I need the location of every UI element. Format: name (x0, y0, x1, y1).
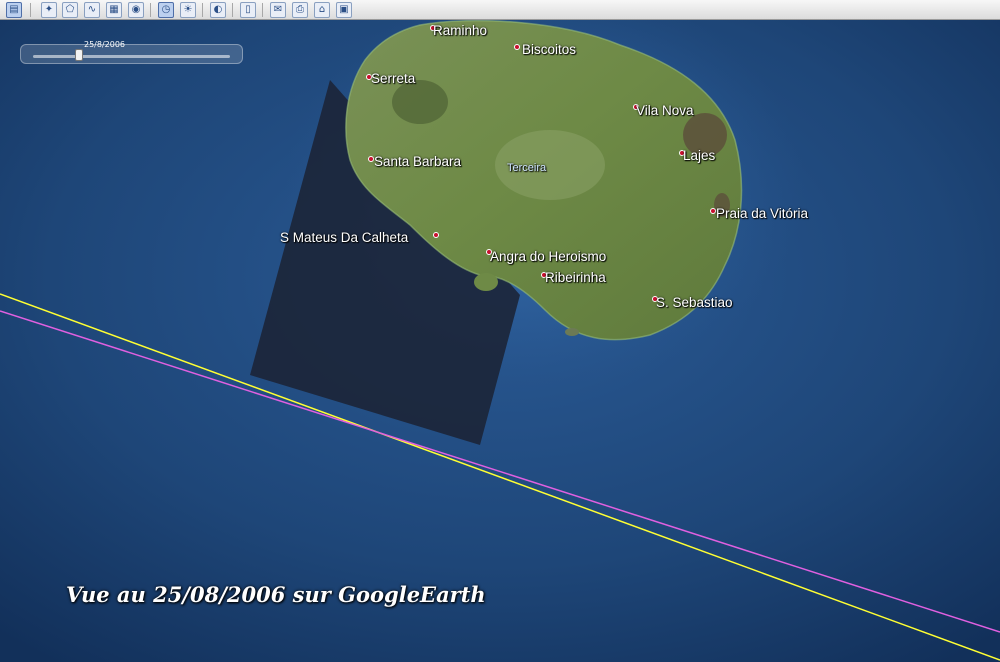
place-label-terceira[interactable]: Terceira (507, 162, 546, 174)
add-image-overlay-button[interactable]: ▦ (106, 2, 122, 18)
add-path-button[interactable]: ∿ (84, 2, 100, 18)
place-label-santa-barbara[interactable]: Santa Barbara (374, 154, 461, 169)
toolbar-separator (262, 3, 263, 17)
placemark-dot[interactable] (433, 232, 439, 238)
sunlight-button[interactable]: ☀ (180, 2, 196, 18)
add-polygon-button[interactable]: ⬠ (62, 2, 78, 18)
toolbar-separator (150, 3, 151, 17)
save-image-button[interactable]: ▣ (336, 2, 352, 18)
print-button[interactable]: ⎙ (292, 2, 308, 18)
image-caption: Vue au 25/08/2006 sur GoogleEarth (66, 582, 486, 607)
time-slider-track[interactable] (33, 55, 230, 58)
historical-imagery-button[interactable]: ◷ (158, 2, 174, 18)
polygon-icon: ⬠ (65, 4, 75, 15)
email-icon: ✉ (273, 4, 283, 15)
crater (392, 80, 448, 124)
image-overlay-icon: ▦ (109, 4, 119, 15)
place-label-s-sebastiao[interactable]: S. Sebastiao (656, 295, 733, 310)
ruler-button[interactable]: ▯ (240, 2, 256, 18)
add-placemark-button[interactable]: ✦ (41, 2, 57, 18)
placemark-icon: ✦ (44, 4, 54, 15)
place-label-biscoitos[interactable]: Biscoitos (522, 42, 576, 57)
time-slider-thumb[interactable] (75, 49, 83, 61)
save-image-icon: ▣ (339, 4, 349, 15)
place-label-raminho[interactable]: Raminho (433, 23, 487, 38)
place-label-s-mateus-da-calheta[interactable]: S Mateus Da Calheta (280, 230, 408, 245)
sidebar-toggle-button[interactable]: ▤ (6, 2, 22, 18)
maps-icon: ⌂ (318, 4, 326, 15)
place-label-ribeirinha[interactable]: Ribeirinha (545, 270, 606, 285)
monte-brasil (474, 273, 498, 291)
clock-icon: ◷ (161, 4, 171, 15)
path-icon: ∿ (87, 4, 97, 15)
place-label-vila-nova[interactable]: Vila Nova (636, 103, 694, 118)
place-label-praia-da-vitoria[interactable]: Praia da Vitória (716, 206, 808, 221)
earth-toolbar: ▤ ✦ ⬠ ∿ ▦ ◉ ◷ ☀ ◐ ▯ ✉ ⎙ ⌂ ▣ (0, 0, 1000, 20)
time-slider[interactable] (20, 44, 243, 64)
placemark-dot[interactable] (514, 44, 520, 50)
sun-icon: ☀ (183, 4, 193, 15)
map-view[interactable] (0, 20, 1000, 662)
place-label-serreta[interactable]: Serreta (371, 71, 415, 86)
view-in-maps-button[interactable]: ⌂ (314, 2, 330, 18)
tour-icon: ◉ (131, 4, 141, 15)
toolbar-separator (30, 3, 31, 17)
map-canvas (0, 20, 1000, 662)
place-label-lajes[interactable]: Lajes (683, 148, 715, 163)
switch-planet-button[interactable]: ◐ (210, 2, 226, 18)
record-tour-button[interactable]: ◉ (128, 2, 144, 18)
sidebar-icon: ▤ (9, 4, 19, 15)
ruler-icon: ▯ (245, 4, 251, 15)
toolbar-separator (202, 3, 203, 17)
print-icon: ⎙ (296, 4, 304, 15)
ilheus-islet (565, 328, 579, 336)
place-label-angra-do-heroismo[interactable]: Angra do Heroismo (490, 249, 606, 264)
toolbar-separator (232, 3, 233, 17)
planet-icon: ◐ (213, 4, 223, 15)
email-button[interactable]: ✉ (270, 2, 286, 18)
time-slider-date: 25/8/2006 (84, 40, 126, 49)
